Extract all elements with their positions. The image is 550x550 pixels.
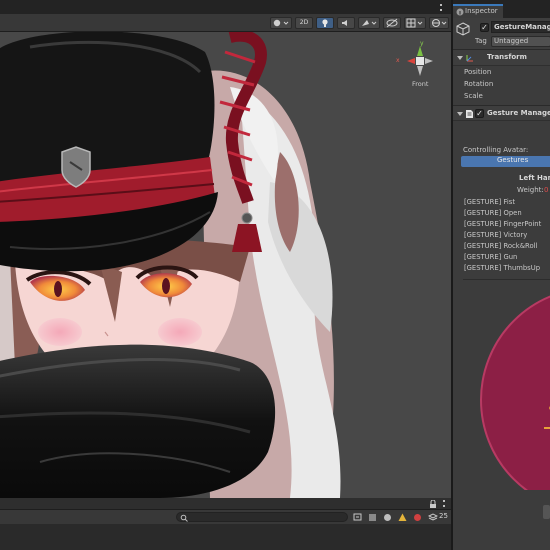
eye-slash-icon: [386, 18, 398, 28]
gameobject-cube-icon: [456, 22, 470, 36]
inspector-tab-label: Inspector: [465, 7, 498, 15]
axis-gizmo-icon: [407, 46, 433, 76]
warning-toggle-icon[interactable]: [398, 513, 408, 522]
object-header: ✓ GestureManager Tag Untagged: [453, 18, 550, 50]
scale-label: Scale: [464, 92, 483, 100]
tag-value: Untagged: [494, 37, 529, 45]
gesture-item-fingerpoint[interactable]: [GESTURE] FingerPoint: [464, 220, 541, 228]
inspector-panel: Inspector ✓ GestureManager Tag Untagged …: [453, 0, 550, 550]
gesture-item-gun[interactable]: [GESTURE] Gun: [464, 253, 517, 261]
grid-dropdown[interactable]: [404, 17, 426, 29]
gesture-item-thumbsup[interactable]: [GESTURE] ThumbsUp: [464, 264, 540, 272]
lighting-toggle[interactable]: [316, 17, 334, 29]
panel-menu-icon[interactable]: [443, 500, 447, 507]
avatar-render: [0, 32, 341, 498]
layers-icon[interactable]: [428, 513, 438, 522]
transform-header[interactable]: Transform: [453, 50, 550, 66]
script-file-icon: [466, 110, 473, 118]
speaker-icon: [342, 20, 347, 26]
gizmos-dropdown[interactable]: [429, 17, 449, 29]
layer-count: 25: [439, 512, 448, 520]
gizmo-view-label[interactable]: Front: [412, 80, 428, 88]
component-enabled-checkbox[interactable]: ✓: [475, 109, 484, 118]
gesture-manager-header[interactable]: ✓ Gesture Manager: [453, 105, 550, 121]
gizmo-y-label: y: [420, 40, 424, 47]
tag-dropdown[interactable]: Untagged: [491, 36, 550, 47]
inspector-tab[interactable]: Inspector: [453, 4, 503, 18]
controlling-avatar-label: Controlling Avatar:: [463, 146, 529, 154]
foldout-arrow-icon: [457, 112, 463, 116]
grid-icon: [406, 18, 423, 28]
more-options-icon[interactable]: [440, 4, 444, 11]
gesture-item-victory[interactable]: [GESTURE] Victory: [464, 231, 527, 239]
light-bulb-icon: [322, 19, 328, 27]
effects-dropdown[interactable]: [358, 17, 380, 29]
effects-icon: [362, 20, 377, 26]
console-top-line: [0, 498, 451, 510]
weight-value: 0: [544, 186, 549, 194]
error-toggle-icon[interactable]: [413, 513, 423, 522]
gesture-item-fist[interactable]: [GESTURE] Fist: [464, 198, 515, 206]
window-top-strip: [0, 0, 451, 14]
console-search-row: 25: [0, 510, 451, 524]
hidden-objects-toggle[interactable]: [383, 17, 401, 29]
draw-mode-dropdown[interactable]: [270, 17, 292, 29]
left-hand-title: Left Hand: [519, 174, 550, 182]
tag-label: Tag: [475, 37, 487, 45]
globe-icon: [432, 19, 447, 27]
weight-label: Weight:: [517, 186, 544, 194]
gizmo-x-label: x: [396, 57, 400, 64]
component-title: Gesture Manager: [487, 109, 550, 117]
position-label: Position: [464, 68, 492, 76]
transform-title: Transform: [487, 53, 527, 61]
gestures-button[interactable]: Gestures: [461, 156, 550, 167]
info-icon: [456, 8, 464, 16]
lock-icon[interactable]: [428, 500, 438, 509]
rotation-label: Rotation: [464, 80, 494, 88]
inspector-scrollbar[interactable]: [543, 505, 550, 519]
scene-bottom-panel: 25: [0, 498, 451, 550]
toggle-2d-button[interactable]: 2D: [295, 17, 313, 29]
foldout-arrow-icon: [457, 56, 463, 60]
error-pause-icon[interactable]: [368, 513, 378, 522]
active-checkbox[interactable]: ✓: [480, 23, 489, 32]
console-search-input[interactable]: [176, 512, 348, 522]
audio-toggle[interactable]: [337, 17, 355, 29]
object-name: GestureManager: [494, 23, 550, 31]
object-name-field[interactable]: GestureManager: [491, 21, 550, 33]
gestures-button-label: Gestures: [497, 156, 529, 164]
info-toggle-icon[interactable]: [383, 513, 393, 522]
sphere-shading-icon: [273, 19, 289, 27]
gesture-item-open[interactable]: [GESTURE] Open: [464, 209, 522, 217]
transform-axes-icon: [466, 55, 473, 62]
section-divider: [463, 279, 550, 280]
search-icon: [180, 514, 188, 522]
radial-gesture-menu[interactable]: [453, 290, 550, 490]
orientation-gizmo[interactable]: x y Front: [396, 40, 442, 90]
gesture-item-rockandroll[interactable]: [GESTURE] Rock&Roll: [464, 242, 537, 250]
collapse-icon[interactable]: [353, 513, 363, 522]
scene-toolbar: 2D: [0, 14, 451, 32]
scene-viewport[interactable]: x y Front: [0, 32, 451, 498]
